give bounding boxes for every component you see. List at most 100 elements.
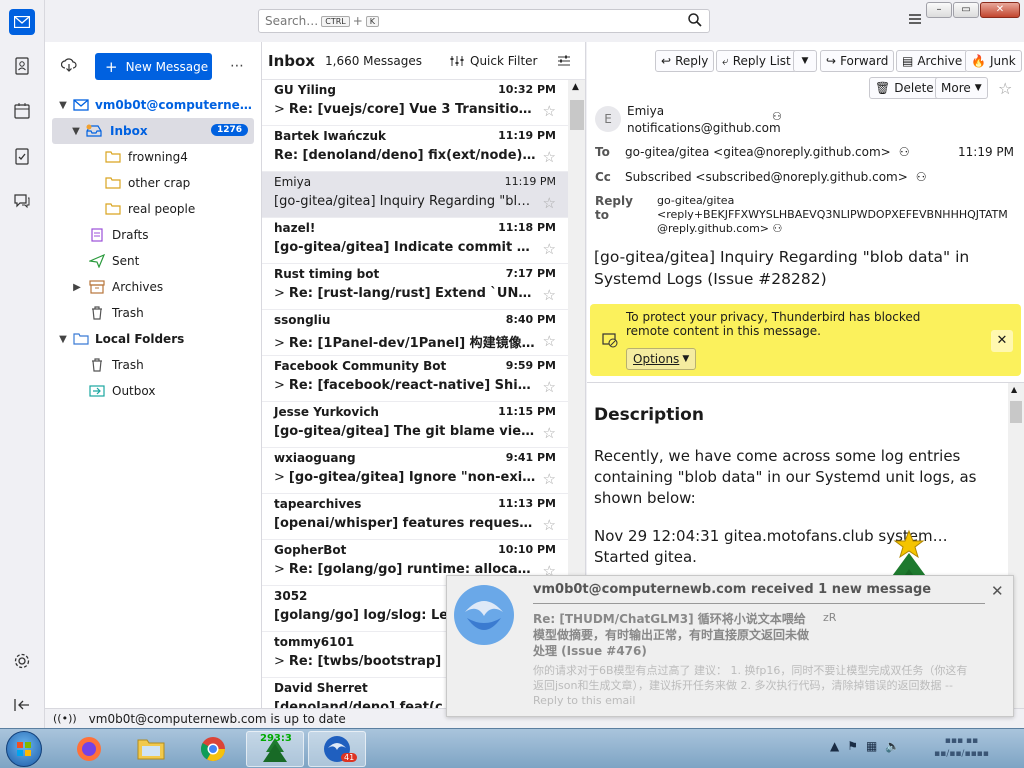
app-menu-icon[interactable] xyxy=(907,11,923,27)
junk-button[interactable]: 🔥 Junk xyxy=(965,50,1022,72)
search-icon[interactable] xyxy=(687,12,703,28)
forward-button[interactable]: ↪ Forward xyxy=(820,50,895,72)
star-icon[interactable]: ☆ xyxy=(543,240,556,258)
message-row[interactable]: ssongliu 8:40 PM > Re: [1Panel-dev/1Panel] … xyxy=(262,310,568,356)
star-icon[interactable]: ☆ xyxy=(543,424,556,442)
thread-chevron-icon[interactable]: > xyxy=(274,470,285,485)
contact-add-icon[interactable]: ⚇ xyxy=(772,110,782,123)
star-icon[interactable]: ☆ xyxy=(543,516,556,534)
message-row[interactable]: Facebook Community Bot 9:59 PM > Re: [faceb… xyxy=(262,356,568,402)
message-subject: > Re: [rust-lang/rust] Extend `UNUSE… xyxy=(274,286,536,301)
mail-space-icon[interactable] xyxy=(9,9,35,35)
thread-chevron-icon[interactable]: > xyxy=(274,654,285,669)
message-row[interactable]: wxiaoguang 9:41 PM > [go-gitea/gitea] Ignor… xyxy=(262,448,568,494)
close-notification-icon[interactable]: ✕ xyxy=(991,582,1004,600)
online-status-icon[interactable]: ((•)) xyxy=(53,712,77,725)
contact-icon[interactable]: ⚇ xyxy=(899,145,910,159)
star-icon[interactable]: ☆ xyxy=(543,194,556,212)
show-hidden-icons[interactable]: ▲ xyxy=(830,739,839,753)
local-folder-trash[interactable]: Trash xyxy=(45,352,261,378)
collapse-spaces-icon[interactable] xyxy=(9,692,35,718)
cc-address[interactable]: Subscribed <subscribed@noreply.github.co… xyxy=(625,170,908,184)
chevron-down-icon[interactable]: ▼ xyxy=(57,100,69,111)
star-icon[interactable]: ☆ xyxy=(543,286,556,304)
local-folder-outbox[interactable]: Outbox xyxy=(45,378,261,404)
message-row[interactable]: Emiya 11:19 PM [go-gitea/gitea] Inquiry Re… xyxy=(262,172,568,218)
action-center-icon[interactable]: ⚑ xyxy=(847,739,858,753)
folder-archives[interactable]: ▶ Archives xyxy=(45,274,261,300)
local-folders-row[interactable]: ▼ Local Folders xyxy=(45,326,261,352)
scroll-up-arrow[interactable]: ▲ xyxy=(572,82,579,92)
to-address[interactable]: go-gitea/gitea <gitea@noreply.github.com… xyxy=(625,145,891,159)
reply-button[interactable]: ↩ Reply xyxy=(655,50,715,72)
tasks-icon[interactable] xyxy=(9,143,35,169)
thread-chevron-icon[interactable]: > xyxy=(274,102,285,117)
firefox-icon xyxy=(77,737,101,761)
reply-list-dropdown[interactable]: ▼ xyxy=(793,50,817,72)
thread-chevron-icon[interactable]: > xyxy=(274,562,285,577)
star-icon[interactable]: ☆ xyxy=(543,470,556,488)
address-book-icon[interactable] xyxy=(9,53,35,79)
star-icon[interactable]: ☆ xyxy=(543,148,556,166)
folder-real-people[interactable]: real people xyxy=(45,196,261,222)
scrollbar-thumb[interactable] xyxy=(1010,401,1022,423)
taskbar-explorer[interactable] xyxy=(122,731,180,767)
message-row[interactable]: Rust timing bot 7:17 PM > Re: [rust-lang/ru… xyxy=(262,264,568,310)
thread-chevron-icon[interactable]: > xyxy=(274,286,285,301)
contact-icon[interactable]: ⚇ xyxy=(916,170,927,184)
folder-inbox[interactable]: ▼ Inbox 1276 xyxy=(52,118,254,144)
more-button[interactable]: More ▼ xyxy=(935,77,988,99)
reply-to-address[interactable]: go-gitea/gitea <reply+BEKJFFXWYSLHBAEVQ3… xyxy=(657,194,1008,236)
message-row[interactable]: Jesse Yurkovich 11:15 PM [go-gitea/gitea] … xyxy=(262,402,568,448)
folder-sent[interactable]: Sent xyxy=(45,248,261,274)
file-explorer-icon xyxy=(137,739,165,760)
chevron-down-icon[interactable]: ▼ xyxy=(57,334,69,345)
folder-pane-menu-button[interactable]: ⋯ xyxy=(230,58,244,74)
scrollbar-thumb[interactable] xyxy=(570,100,584,130)
list-options-icon[interactable] xyxy=(557,54,571,68)
thread-chevron-icon[interactable]: > xyxy=(274,378,285,393)
new-mail-notification[interactable]: vm0b0t@computernewb.com received 1 new m… xyxy=(446,575,1014,717)
message-row[interactable]: Bartek Iwańczuk 11:19 PM Re: [denoland/den… xyxy=(262,126,568,172)
sender-name[interactable]: Emiya xyxy=(627,104,664,118)
message-row[interactable]: GU Yiling 10:32 PM > Re: [vuejs/core] Vue 3… xyxy=(262,80,568,126)
chat-icon[interactable] xyxy=(9,188,35,214)
maximize-button[interactable]: ▭ xyxy=(953,2,979,18)
close-window-button[interactable]: ✕ xyxy=(980,2,1020,18)
chevron-down-icon[interactable]: ▼ xyxy=(70,126,82,137)
chevron-right-icon[interactable]: ▶ xyxy=(71,282,83,293)
message-row[interactable]: tapearchives 11:13 PM [openai/whisper] fea… xyxy=(262,494,568,540)
thread-chevron-icon[interactable]: > xyxy=(274,336,285,351)
settings-gear-icon[interactable] xyxy=(9,648,35,674)
folder-other-crap[interactable]: other crap xyxy=(45,170,261,196)
star-icon[interactable]: ☆ xyxy=(998,79,1012,98)
taskbar-firefox[interactable] xyxy=(60,731,118,767)
new-message-button[interactable]: + New Message xyxy=(95,53,212,80)
archive-button[interactable]: ▤ Archive xyxy=(896,50,969,72)
global-search-input[interactable]: Search… CTRL + K xyxy=(258,9,710,33)
taskbar-chrome[interactable] xyxy=(184,731,242,767)
star-icon[interactable]: ☆ xyxy=(543,332,556,350)
folder-drafts[interactable]: Drafts xyxy=(45,222,261,248)
star-icon[interactable]: ☆ xyxy=(543,378,556,396)
account-row[interactable]: ▼ vm0b0t@computerne… xyxy=(45,92,261,118)
star-icon[interactable]: ☆ xyxy=(543,102,556,120)
options-button[interactable]: Options ▼ xyxy=(626,348,697,370)
scroll-up-arrow[interactable]: ▲ xyxy=(1011,385,1017,394)
close-notification-button[interactable]: ✕ xyxy=(991,330,1013,352)
quick-filter-button[interactable]: Quick Filter xyxy=(450,54,537,68)
folder-frowning4[interactable]: frowning4 xyxy=(45,144,261,170)
network-icon[interactable]: ▦ xyxy=(866,739,877,753)
calendar-icon[interactable] xyxy=(9,98,35,124)
sender-address[interactable]: notifications@github.com xyxy=(627,121,781,135)
folder-trash[interactable]: Trash xyxy=(45,300,261,326)
reply-list-button[interactable]: ⤶ Reply List xyxy=(716,50,797,72)
system-clock[interactable]: ▪▪▪ ▪▪ ▪▪/▪▪/▪▪▪▪ xyxy=(934,735,989,761)
message-row[interactable]: hazel! 11:18 PM [go-gitea/gitea] Indicate … xyxy=(262,218,568,264)
start-button[interactable] xyxy=(6,731,42,767)
volume-icon[interactable]: 🔈 xyxy=(885,739,900,753)
delete-button[interactable]: 🗑 Delete xyxy=(869,77,940,99)
taskbar-thunderbird[interactable]: 41 xyxy=(308,731,366,767)
minimize-button[interactable]: – xyxy=(926,2,952,18)
get-messages-icon[interactable] xyxy=(61,58,77,72)
